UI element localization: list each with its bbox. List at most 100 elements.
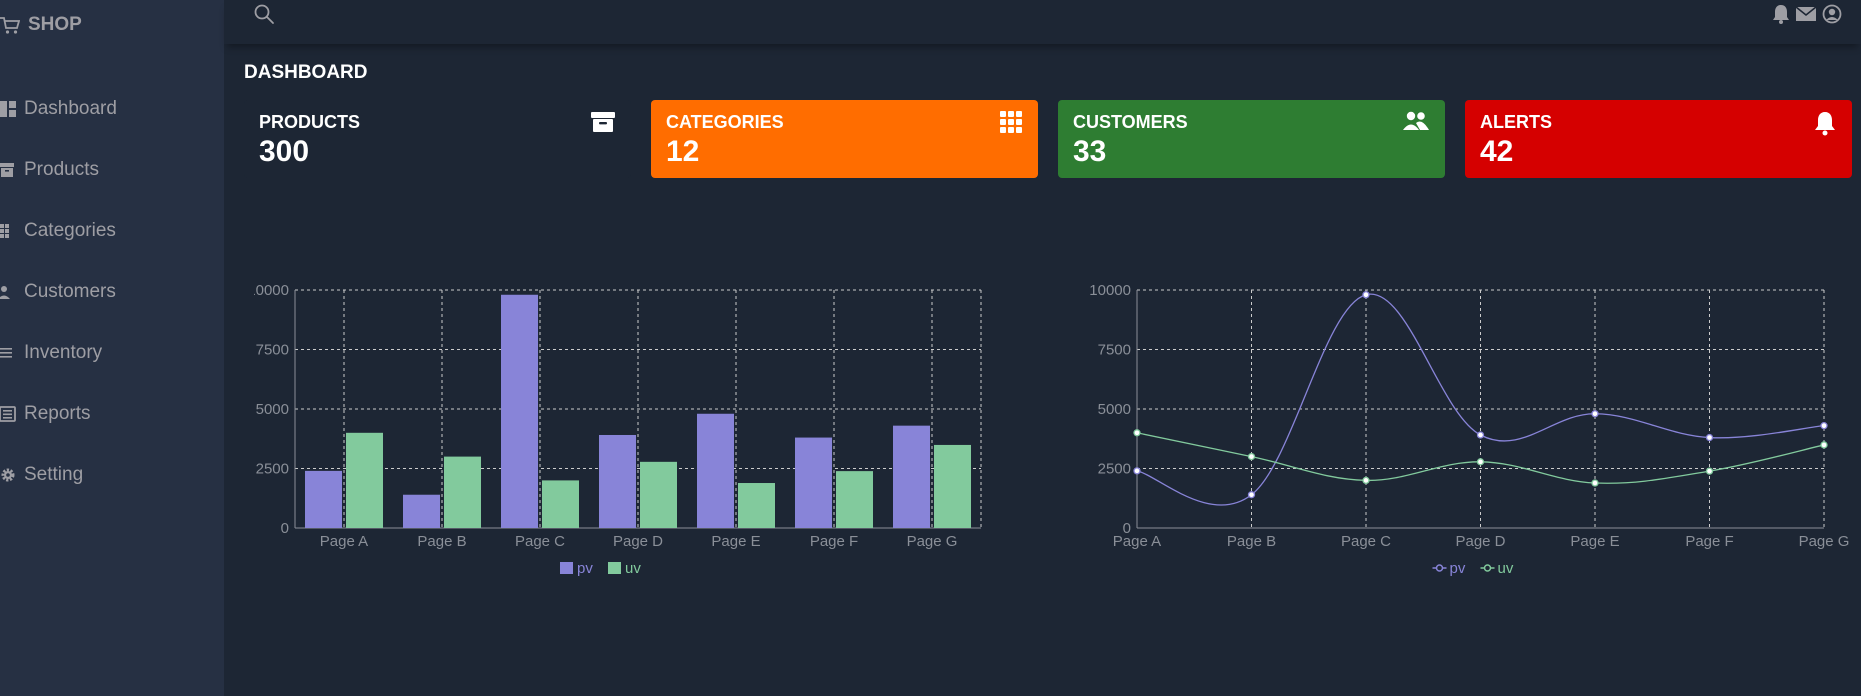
cart-icon	[0, 15, 20, 35]
sidebar-item-categories[interactable]: Categories	[0, 200, 224, 261]
card-value: 300	[259, 135, 310, 168]
y-tick-label: 0	[281, 520, 289, 537]
bar	[542, 480, 579, 528]
y-tick-label: 10000	[1089, 282, 1131, 299]
line-chart: 0 2500 5000 7500 10000 Page A Page B Page C Page…	[1074, 224, 1861, 594]
search-icon[interactable]	[252, 2, 276, 31]
x-tick-label: Page C	[1341, 533, 1391, 550]
x-tick-label: Page A	[320, 533, 368, 550]
bar	[501, 294, 538, 528]
x-tick-label: Page B	[417, 533, 466, 550]
data-point	[1591, 479, 1599, 487]
data-point	[1133, 429, 1141, 437]
bar	[305, 470, 342, 528]
legend-label: uv	[1498, 560, 1514, 577]
x-tick-label: Page E	[711, 533, 760, 550]
sidebar-item-setting[interactable]: Setting	[0, 444, 224, 505]
sidebar-nav: Dashboard Products Categories Customers …	[0, 78, 224, 505]
bar	[599, 434, 636, 528]
legend-marker	[608, 562, 621, 574]
legend-label: uv	[625, 560, 641, 577]
data-point	[1476, 458, 1485, 466]
bar-chart: 0 2500 5000 7500 10000 Page A Page B Page C Page…	[247, 224, 1004, 594]
reports-icon	[0, 405, 20, 423]
y-tick-label: 2500	[1098, 461, 1131, 478]
line-chart-svg: 025005000750010000Page A Page B Page C Page…	[1089, 282, 1850, 577]
x-tick-label: Page B	[1227, 533, 1276, 550]
sidebar-item-label: Setting	[24, 463, 84, 485]
data-point	[1133, 467, 1141, 475]
card-products[interactable]: PRODUCTS 300	[244, 100, 631, 178]
data-point	[1247, 491, 1256, 499]
y-tick-label: 7500	[256, 342, 289, 359]
x-tick-label: Page C	[515, 533, 565, 550]
people-icon	[1402, 110, 1430, 132]
card-title: CUSTOMERS	[1073, 112, 1188, 132]
envelope-icon[interactable]	[1795, 3, 1817, 25]
card-title: ALERTS	[1480, 112, 1552, 132]
data-point	[1705, 467, 1714, 475]
gear-icon	[0, 466, 20, 484]
bar	[640, 461, 677, 528]
sidebar-item-inventory[interactable]: Inventory	[0, 322, 224, 383]
card-customers[interactable]: CUSTOMERS 33	[1058, 100, 1445, 178]
card-title: PRODUCTS	[259, 112, 361, 132]
card-categories[interactable]: CATEGORIES 12	[651, 100, 1038, 178]
sidebar-item-label: Products	[24, 158, 99, 180]
main-content: DASHBOARD PRODUCTS 300 CATEGORIES 12 CUS…	[224, 44, 1861, 696]
x-tick-label: Page F	[810, 533, 858, 550]
grid-icon	[999, 110, 1023, 134]
legend-label: pv	[1450, 560, 1466, 577]
data-point	[1820, 441, 1828, 449]
data-point	[1247, 452, 1256, 461]
people-icon	[0, 283, 20, 301]
bar	[697, 413, 734, 528]
sidebar-item-label: Customers	[24, 280, 116, 302]
sidebar-item-label: Inventory	[24, 341, 103, 363]
x-tick-label: Page E	[1570, 533, 1619, 550]
sidebar-item-customers[interactable]: Customers	[0, 261, 224, 322]
user-circle-icon[interactable]	[1821, 3, 1843, 25]
data-point	[1362, 291, 1370, 299]
bar	[893, 425, 930, 528]
y-tick-label: 2500	[256, 461, 289, 478]
brand-name: SHOP	[28, 14, 82, 35]
bell-icon[interactable]	[1771, 3, 1791, 25]
sidebar-item-label: Reports	[24, 402, 91, 424]
archive-icon	[590, 110, 616, 134]
page-title: DASHBOARD	[244, 62, 368, 83]
bar	[836, 471, 873, 528]
sidebar: SHOP Dashboard Products Categories Custo…	[0, 0, 224, 696]
sidebar-item-dashboard[interactable]: Dashboard	[0, 78, 224, 139]
brand[interactable]: SHOP	[0, 12, 82, 38]
bar	[346, 432, 383, 528]
legend-marker	[1483, 564, 1492, 572]
y-tick-label: 7500	[1098, 342, 1131, 359]
data-point	[1362, 476, 1370, 485]
legend-marker	[560, 562, 573, 574]
bar-chart-svg: 0 2500 5000 7500 10000 Page A Page B Page C Page…	[247, 282, 982, 577]
header	[224, 0, 1861, 44]
bar	[795, 437, 832, 528]
sidebar-item-reports[interactable]: Reports	[0, 383, 224, 444]
card-value: 33	[1073, 135, 1107, 168]
data-point	[1591, 410, 1599, 418]
bar	[738, 483, 775, 528]
x-tick-label: Page D	[1455, 533, 1505, 550]
dashboard-icon	[0, 100, 20, 118]
legend-label: pv	[577, 560, 593, 577]
data-point	[1705, 433, 1714, 442]
legend-marker	[1435, 564, 1444, 572]
card-alerts[interactable]: ALERTS 42	[1465, 100, 1852, 178]
sidebar-item-label: Categories	[24, 219, 116, 241]
x-tick-label: Page G	[1799, 533, 1850, 550]
header-actions	[1771, 3, 1843, 25]
y-tick-label: 10000	[254, 282, 289, 299]
y-tick-label: 5000	[1098, 401, 1131, 418]
data-point	[1476, 431, 1485, 439]
sidebar-item-products[interactable]: Products	[0, 139, 224, 200]
x-tick-label: Page A	[1113, 533, 1161, 550]
bar	[934, 444, 971, 528]
y-tick-label: 5000	[256, 401, 289, 418]
sidebar-item-label: Dashboard	[24, 97, 117, 119]
